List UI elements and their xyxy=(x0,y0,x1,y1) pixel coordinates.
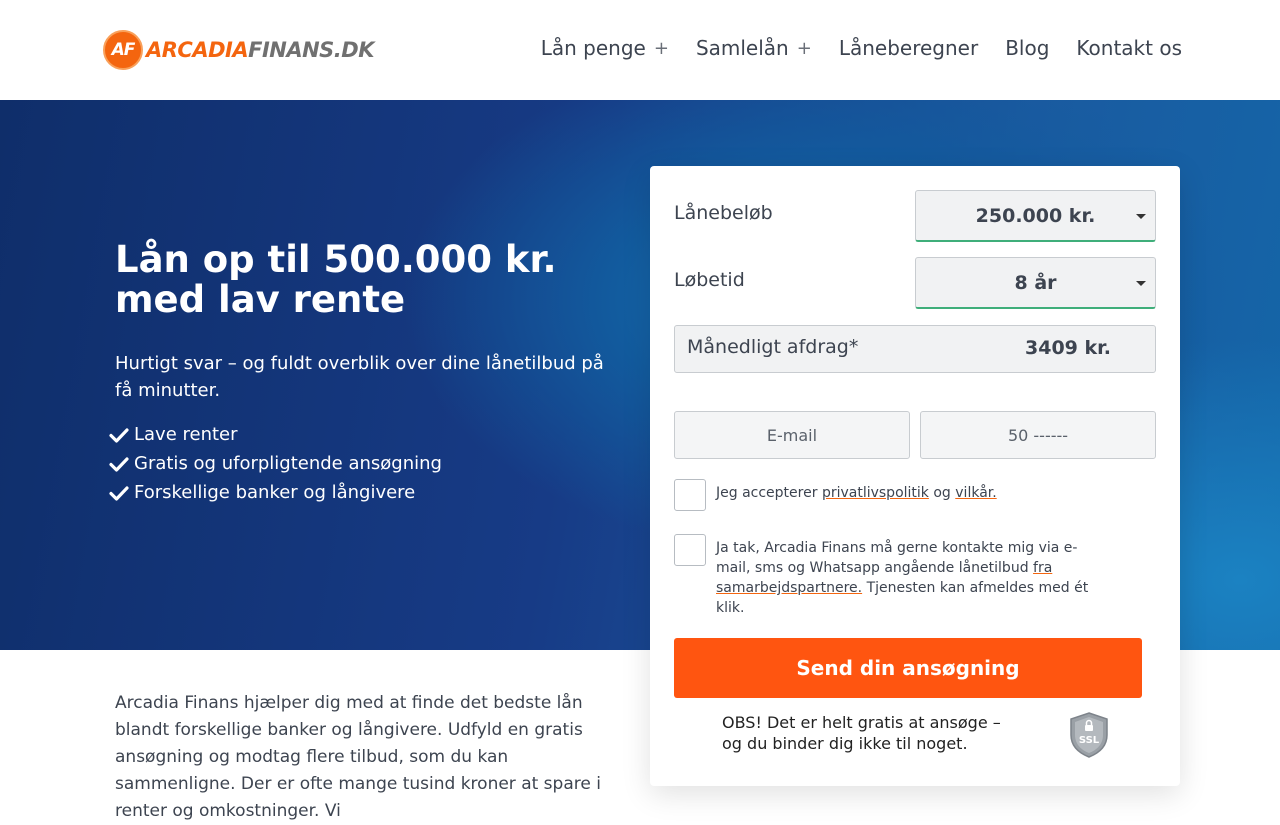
phone-field[interactable]: 50 ------ xyxy=(920,411,1156,459)
benefit-list: Lave renter Gratis og uforpligtende ansø… xyxy=(109,420,442,507)
ssl-shield-icon: SSL xyxy=(1070,712,1108,758)
terms-link[interactable]: vilkår. xyxy=(955,485,996,501)
hero-subtitle: Hurtigt svar – og fuldt overblik over di… xyxy=(115,353,604,401)
ssl-label: SSL xyxy=(1079,735,1100,746)
check-icon xyxy=(109,485,129,501)
benefit-item: Gratis og uforpligtende ansøgning xyxy=(109,449,442,478)
payment-value: 3409 kr. xyxy=(1025,337,1112,359)
site-header: AF ARCADIAFINANS.DK Lån penge + Samlelån +… xyxy=(0,0,1280,100)
free-notice: OBS! Det er helt gratis at ansøge – og d… xyxy=(722,713,1001,753)
nav-item-samlelaan[interactable]: Samlelån + xyxy=(696,36,812,60)
logo-text-arcadia: ARCADIA xyxy=(146,38,249,62)
privacy-policy-link[interactable]: privatlivspolitik xyxy=(822,485,929,501)
amount-value: 250.000 kr. xyxy=(975,204,1096,227)
benefit-item: Forskellige banker og långivere xyxy=(109,478,442,507)
nav-item-blog[interactable]: Blog xyxy=(1005,36,1049,60)
submit-button[interactable]: Send din ansøgning xyxy=(674,638,1142,698)
main-nav: Lån penge + Samlelån + Låneberegner Blog K… xyxy=(514,36,1182,60)
phone-placeholder: 50 ------ xyxy=(1007,425,1069,445)
nav-label: Samlelån xyxy=(695,36,789,60)
terms-pre: Jeg accepterer xyxy=(716,485,822,501)
consent-pre: Ja tak, Arcadia Finans må gerne kontakte… xyxy=(716,540,1078,576)
term-value: 8 år xyxy=(1014,271,1057,294)
loan-application-form: Lånebeløb 250.000 kr. Løbetid 8 år Måned… xyxy=(650,166,1180,786)
benefit-text: Forskellige banker og långivere xyxy=(134,482,416,503)
logo-badge: AF xyxy=(103,30,143,70)
consent-text: Ja tak, Arcadia Finans må gerne kontakte… xyxy=(716,538,1096,618)
nav-label: Lån penge xyxy=(540,36,646,60)
term-label: Løbetid xyxy=(674,269,745,291)
monthly-payment-display: Månedligt afdrag* 3409 kr. xyxy=(674,325,1156,373)
logo-text-finans: FINANS.DK xyxy=(248,38,374,62)
email-placeholder: E-mail xyxy=(766,425,818,445)
nav-item-laan-penge[interactable]: Lån penge + xyxy=(541,36,669,60)
payment-label: Månedligt afdrag* xyxy=(687,336,859,358)
terms-checkbox[interactable] xyxy=(674,479,706,511)
benefit-text: Lave renter xyxy=(134,424,238,445)
benefit-text: Gratis og uforpligtende ansøgning xyxy=(134,453,442,474)
email-field[interactable]: E-mail xyxy=(674,411,910,459)
terms-text: Jeg accepterer privatlivspolitik og vilk… xyxy=(716,483,1096,503)
site-logo[interactable]: AF ARCADIAFINANS.DK xyxy=(103,30,374,70)
hero-title: Lån op til 500.000 kr. med lav rente xyxy=(115,238,557,321)
amount-label: Lånebeløb xyxy=(674,202,773,224)
plus-icon[interactable]: + xyxy=(654,38,669,59)
check-icon xyxy=(109,427,129,443)
nav-item-laaneberegner[interactable]: Låneberegner xyxy=(839,36,978,60)
term-select[interactable]: 8 år xyxy=(915,257,1156,309)
check-icon xyxy=(109,456,129,472)
chevron-down-icon xyxy=(1136,281,1146,286)
logo-text: ARCADIAFINANS.DK xyxy=(146,38,374,62)
terms-mid: og xyxy=(928,485,956,501)
intro-paragraph: Arcadia Finans hjælper dig med at finde … xyxy=(115,693,601,821)
amount-select[interactable]: 250.000 kr. xyxy=(915,190,1156,242)
plus-icon[interactable]: + xyxy=(797,38,812,59)
consent-checkbox[interactable] xyxy=(674,534,706,566)
chevron-down-icon xyxy=(1136,214,1146,219)
nav-item-kontakt[interactable]: Kontakt os xyxy=(1076,36,1182,60)
benefit-item: Lave renter xyxy=(109,420,442,449)
